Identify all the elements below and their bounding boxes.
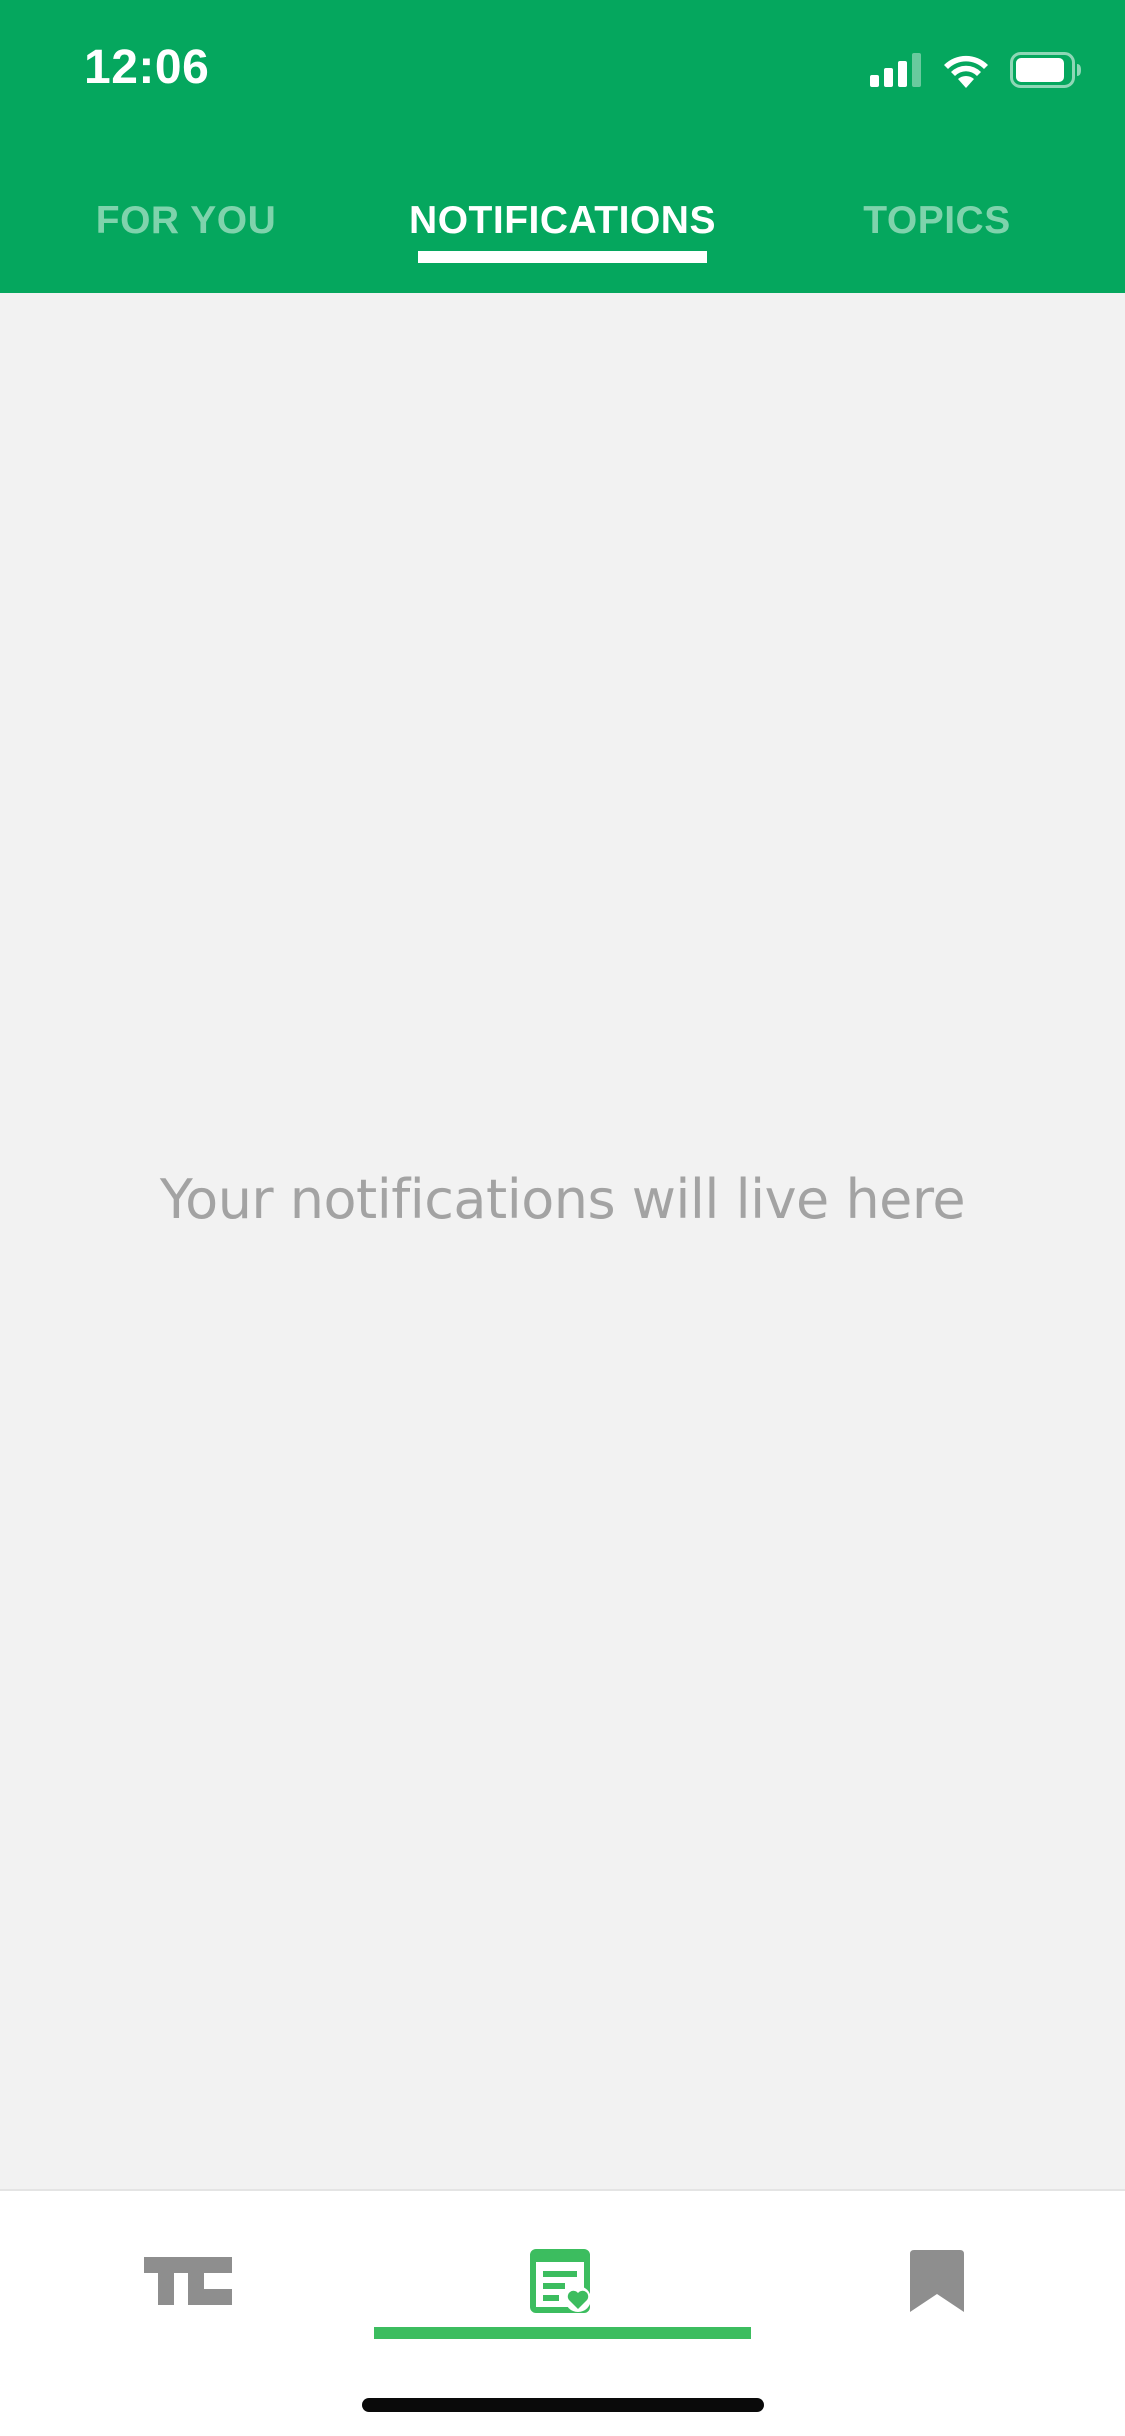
- status-icons: [870, 50, 1082, 90]
- header-bar: 12:06 FOR YOU NOTIFICATIONS TOPICS: [0, 0, 1125, 293]
- nav-bookmarks-button[interactable]: [867, 2231, 1007, 2331]
- bookmark-icon: [910, 2250, 964, 2312]
- nav-notifications-button[interactable]: [492, 2231, 632, 2331]
- wifi-icon: [944, 55, 988, 88]
- active-nav-indicator: [374, 2327, 751, 2339]
- home-indicator: [362, 2398, 764, 2412]
- status-time: 12:06: [84, 41, 210, 94]
- nav-home-button[interactable]: [118, 2231, 258, 2331]
- battery-icon: [1010, 52, 1081, 88]
- tab-for-you[interactable]: FOR YOU: [86, 185, 286, 265]
- active-tab-indicator: [418, 251, 707, 263]
- tab-topics[interactable]: TOPICS: [857, 185, 1017, 265]
- empty-state-message: Your notifications will live here: [159, 1168, 966, 1231]
- notifications-feed-icon: [530, 2249, 591, 2313]
- techcrunch-logo-icon: [144, 2257, 232, 2305]
- screen: 12:06 FOR YOU NOTIFICATIONS TOPICS Your …: [0, 0, 1125, 2436]
- cellular-signal-icon: [870, 53, 921, 87]
